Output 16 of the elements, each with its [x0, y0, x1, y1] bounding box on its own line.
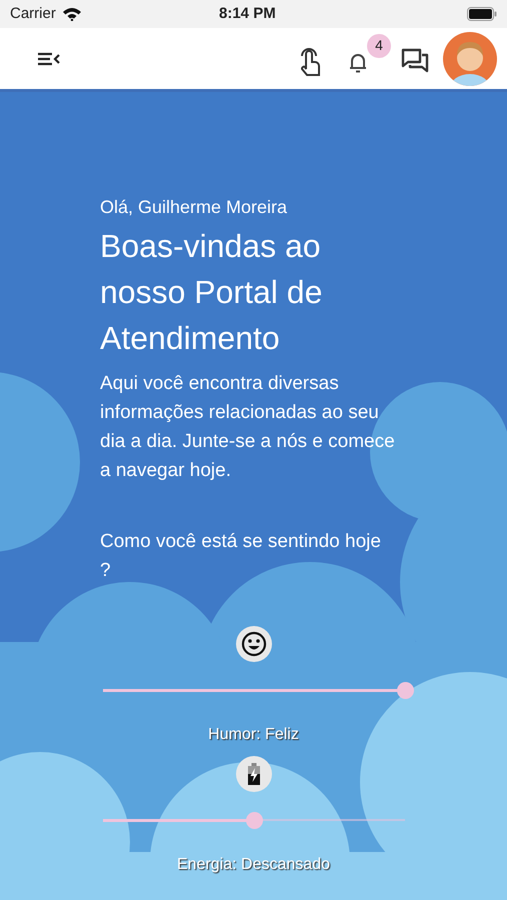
notification-badge: 4 — [367, 34, 391, 58]
mood-question: Como você está se sentindo hoje ? — [100, 530, 382, 583]
battery-charging-icon — [234, 755, 272, 793]
greeting-text: Olá, Guilherme Moreira — [100, 196, 288, 219]
chat-icon[interactable] — [401, 48, 429, 74]
slider-reading: Energia: Descansado — [177, 855, 330, 875]
status-time: 8:14 PM — [219, 4, 276, 24]
welcome-title: Boas-vindas ao nosso Portal de Atendimento — [100, 227, 324, 358]
slider-reading: Humor: Feliz — [208, 725, 299, 745]
avatar[interactable] — [443, 32, 497, 86]
description-text: Aqui você encontra diversas informações relacionadas ao seu dia a dia. Junte-se a nós e comece a navegar hoje. — [100, 372, 395, 483]
carrier-label: Carrier — [10, 4, 56, 24]
battery-icon — [467, 7, 497, 21]
notification-bell-icon[interactable] — [349, 52, 367, 74]
wifi-icon — [62, 7, 82, 21]
smiley-icon — [234, 625, 272, 663]
